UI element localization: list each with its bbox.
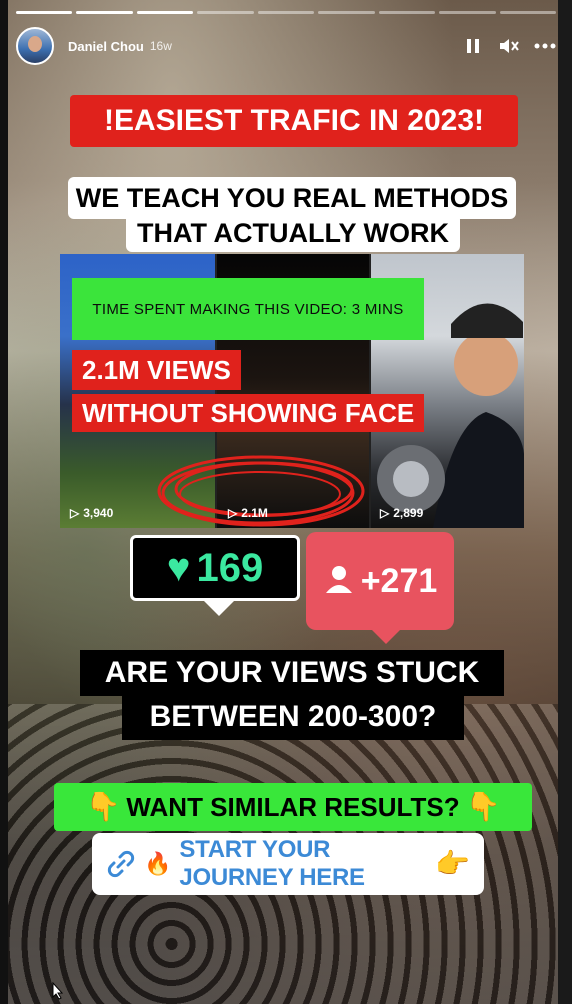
mute-icon[interactable]: [498, 35, 520, 57]
pointing-right-icon: 👉: [435, 848, 470, 879]
story-progress-segment: [76, 11, 133, 14]
story-progress-segment: [439, 11, 496, 14]
play-icon: ▷: [70, 506, 80, 520]
followers-count: +271: [360, 561, 438, 600]
cta-banner: 👇 WANT SIMILAR RESULTS? 👇: [54, 783, 532, 831]
story-progress-segment: [136, 11, 194, 14]
story-progress-segment: [499, 11, 556, 14]
left-edge: [0, 0, 8, 1004]
heart-icon: ♥: [166, 546, 191, 590]
headline-banner: !EASIEST TRAFIC IN 2023!: [70, 95, 518, 147]
followers-bubble: +271: [306, 532, 454, 644]
likes-bubble: ♥ 169: [130, 535, 300, 616]
view-count-3: ▷ 2,899: [380, 506, 424, 520]
question-line-2: BETWEEN 200-300?: [122, 694, 464, 740]
link-text[interactable]: START YOUR JOURNEY HERE: [179, 836, 427, 892]
pause-icon[interactable]: [462, 35, 484, 57]
question-line-1: ARE YOUR VIEWS STUCK: [80, 650, 504, 696]
time-spent-label: TIME SPENT MAKING THIS VIDEO: 3 MINS: [72, 278, 424, 340]
story-progress-segment: [197, 11, 254, 14]
more-icon[interactable]: [534, 35, 556, 57]
story-progress-segment: [257, 11, 315, 14]
avatar[interactable]: [16, 27, 54, 65]
pointing-down-icon: 👇: [465, 791, 501, 822]
view-count-2: ▷ 2.1M: [228, 506, 268, 520]
views-label: 2.1M VIEWS: [72, 350, 241, 390]
story-progress-segment: [16, 11, 73, 14]
teach-line-1: WE TEACH YOU REAL METHODS: [68, 177, 516, 219]
story-progress-segment: [378, 11, 436, 14]
pointing-down-icon: 👇: [85, 791, 121, 822]
fire-icon: 🔥: [144, 851, 172, 876]
no-face-label: WITHOUT SHOWING FACE: [72, 394, 425, 432]
story-progress: [16, 11, 556, 14]
video-collage: TIME SPENT MAKING THIS VIDEO: 3 MINS 2.1…: [60, 254, 524, 528]
play-icon: ▷: [228, 506, 238, 520]
teach-line-2: THAT ACTUALLY WORK: [126, 214, 460, 252]
username[interactable]: Daniel Chou: [68, 39, 144, 54]
cta-text: WANT SIMILAR RESULTS?: [126, 791, 460, 822]
play-icon: ▷: [380, 506, 390, 520]
link-icon: [106, 847, 136, 881]
link-sticker[interactable]: 🔥 START YOUR JOURNEY HERE 👉: [92, 833, 484, 895]
story-header: Daniel Chou 16w: [16, 26, 556, 66]
view-count-1: ▷ 3,940: [70, 506, 114, 520]
story-controls: [462, 35, 556, 57]
right-edge: [558, 0, 572, 1004]
person-icon: [323, 563, 355, 600]
likes-count: 169: [196, 545, 264, 590]
mouse-cursor-icon: [52, 982, 64, 1000]
story-progress-segment: [318, 11, 375, 14]
post-time: 16w: [149, 39, 172, 53]
